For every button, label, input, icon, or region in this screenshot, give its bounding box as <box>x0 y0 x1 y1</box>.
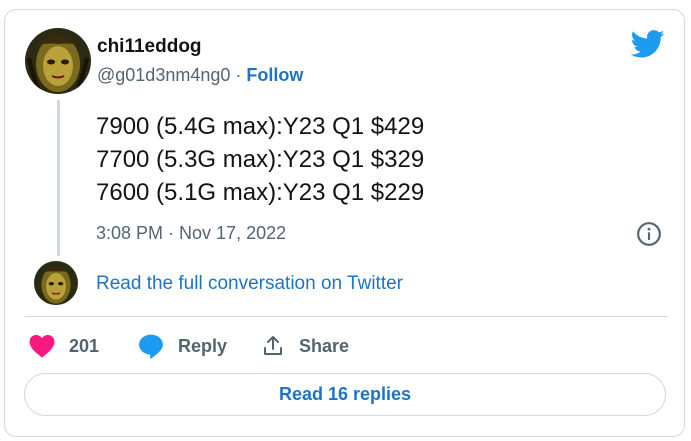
divider <box>25 316 667 317</box>
author-display-name[interactable]: chi11eddog <box>97 36 202 58</box>
tweet-text: 7900 (5.4G max):Y23 Q1 $429 7700 (5.3G m… <box>96 110 424 209</box>
tweet-line: 7900 (5.4G max):Y23 Q1 $429 <box>96 113 425 140</box>
author-handle-row: @g01d3nm4ng0 · Follow <box>97 65 303 86</box>
conversation-avatar[interactable] <box>34 261 78 305</box>
follow-link[interactable]: Follow <box>246 65 303 85</box>
like-button[interactable]: 201 <box>29 332 99 360</box>
share-upload-icon <box>264 336 282 355</box>
thread-connector-line <box>57 100 60 256</box>
read-replies-button[interactable]: Read 16 replies <box>24 373 666 416</box>
reply-label: Reply <box>178 335 228 356</box>
tweet-timestamp[interactable]: 3:08 PM · Nov 17, 2022 <box>96 223 286 244</box>
reply-button[interactable]: Reply <box>138 332 227 360</box>
tweet-line: 7700 (5.3G max):Y23 Q1 $329 <box>96 146 425 173</box>
tweet-line: 7600 (5.1G max):Y23 Q1 $229 <box>96 179 425 206</box>
handle-separator: · <box>235 65 242 85</box>
tweet-embed-card: chi11eddog @g01d3nm4ng0 · Follow 7900 (5… <box>4 9 685 437</box>
share-label: Share <box>299 335 350 356</box>
twitter-bird-icon[interactable] <box>631 30 665 58</box>
author-handle[interactable]: @g01d3nm4ng0 <box>97 65 230 85</box>
info-icon[interactable] <box>636 221 662 247</box>
read-conversation-link[interactable]: Read the full conversation on Twitter <box>96 273 403 295</box>
heart-icon <box>29 334 55 358</box>
like-count: 201 <box>69 335 100 356</box>
speech-bubble-icon <box>139 334 163 359</box>
share-button[interactable]: Share <box>261 332 349 360</box>
author-avatar[interactable] <box>25 28 91 94</box>
